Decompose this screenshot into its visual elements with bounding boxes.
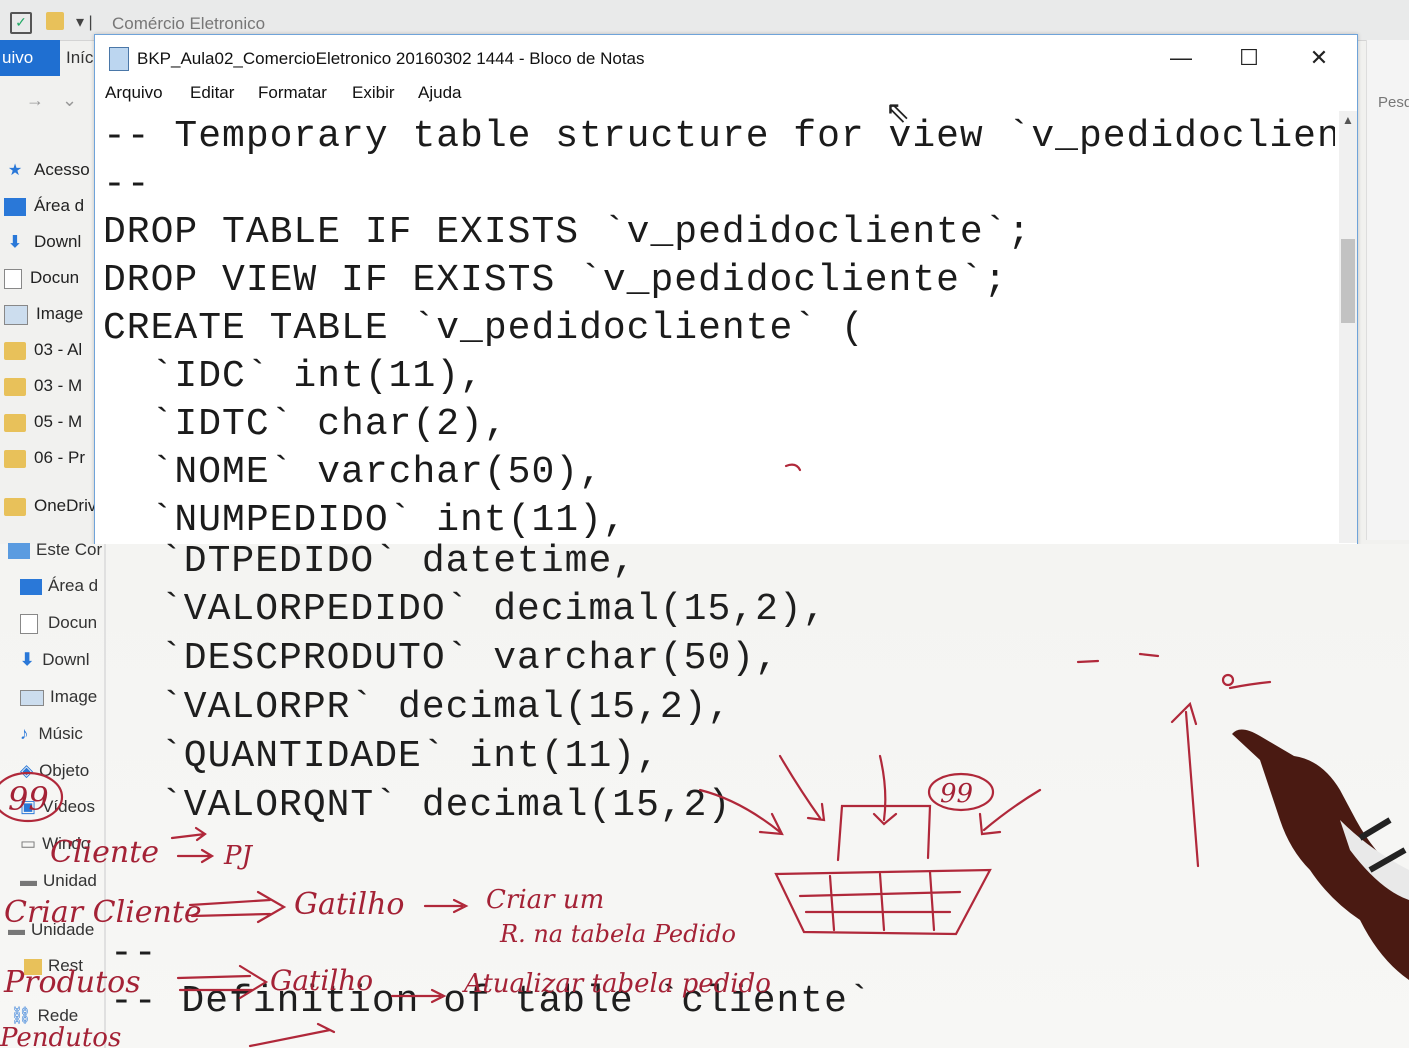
code-line: DROP VIEW IF EXISTS `v_pedidocliente`; xyxy=(103,259,1008,302)
code-line: CREATE TABLE `v_pedidocliente` ( xyxy=(103,307,865,350)
sidebar-item-windows[interactable]: ▭ Windo xyxy=(20,834,90,854)
code-line: `VALORPR` decimal(15,2), xyxy=(160,686,732,729)
code-line: `VALORPEDIDO` decimal(15,2), xyxy=(160,588,827,631)
nav-arrows[interactable]: →⌄ xyxy=(26,90,95,111)
folder-icon xyxy=(4,377,26,396)
folder-icon xyxy=(4,449,26,468)
customize-dropdown-icon[interactable]: ▾ | xyxy=(76,12,93,32)
folder-icon xyxy=(4,413,26,432)
sidebar-item-rest[interactable]: Rest xyxy=(24,956,83,976)
code-line: -- xyxy=(103,163,151,206)
download-icon: ⬇ xyxy=(8,233,22,251)
notepad-window: BKP_Aula02_ComercioEletronico 20160302 1… xyxy=(94,34,1358,546)
cloud-icon xyxy=(4,497,26,516)
code-line: -- Definition of table `cliente` xyxy=(110,980,872,1023)
folder-icon xyxy=(4,341,26,360)
code-line: `NUMPEDIDO` int(11), xyxy=(103,499,627,542)
image-icon xyxy=(20,689,44,706)
code-line: `QUANTIDADE` int(11), xyxy=(160,735,660,778)
star-icon: ★ xyxy=(7,161,23,179)
sidebar-item-objects[interactable]: ◈ Objeto xyxy=(20,761,89,781)
sidebar-item-network[interactable]: ⛓ Rede xyxy=(10,1006,78,1026)
text-editor[interactable]: -- Temporary table structure for view `v… xyxy=(103,109,1335,545)
code-line: DROP TABLE IF EXISTS `v_pedidocliente`; xyxy=(103,211,1032,254)
presenter-hand xyxy=(1232,729,1409,980)
maximize-button[interactable]: ☐ xyxy=(1229,43,1269,73)
tab-home[interactable]: Iníc xyxy=(66,48,93,68)
menu-exibir[interactable]: Exibir xyxy=(352,83,395,103)
menu-bar: Arquivo Editar Formatar Exibir Ajuda xyxy=(95,83,1357,109)
right-pane-edge xyxy=(1366,40,1409,540)
drive-icon: ▭ xyxy=(20,834,37,853)
sidebar-item-music[interactable]: ♪ Músic xyxy=(20,724,83,744)
folder-icon[interactable] xyxy=(46,12,64,30)
code-line: `IDC` int(11), xyxy=(103,355,484,398)
menu-ajuda[interactable]: Ajuda xyxy=(418,83,461,103)
vertical-scrollbar[interactable]: ▲ xyxy=(1339,111,1357,543)
desktop-icon xyxy=(4,197,26,216)
checkbox-icon[interactable]: ✓ xyxy=(10,12,32,34)
sidebar-item-videos[interactable]: ▣ Vídeos xyxy=(20,797,95,817)
desktop-icon xyxy=(20,578,42,595)
close-button[interactable]: ✕ xyxy=(1299,43,1339,73)
cube-icon: ◈ xyxy=(20,761,34,780)
document-icon xyxy=(4,268,22,289)
code-line: `VALORQNT` decimal(15,2) xyxy=(160,784,732,827)
menu-arquivo[interactable]: Arquivo xyxy=(105,83,163,103)
chevron-down-icon[interactable]: ⌄ xyxy=(62,90,95,110)
code-line: -- xyxy=(110,932,158,975)
search-box[interactable]: Pesq xyxy=(1378,94,1409,111)
menu-formatar[interactable]: Formatar xyxy=(258,83,327,103)
image-icon xyxy=(4,304,28,325)
sidebar-item-images-2[interactable]: Image xyxy=(20,687,97,707)
sidebar-item-drive-e[interactable]: ▬ Unidade xyxy=(8,920,94,940)
minimize-button[interactable]: — xyxy=(1161,43,1201,73)
code-line: `DTPEDIDO` datetime, xyxy=(160,540,637,583)
forward-arrow-icon[interactable]: → xyxy=(26,90,62,110)
drive-icon: ▬ xyxy=(20,871,37,890)
whiteboard-area: Este Cor Área d Docun ⬇ Downl Image ♪ Músi… xyxy=(0,540,1409,1048)
drive-icon: ▬ xyxy=(8,920,25,939)
code-line: `IDTC` char(2), xyxy=(103,403,508,446)
window-title: BKP_Aula02_ComercioEletronico 20160302 1… xyxy=(137,49,645,68)
code-line: -- Temporary table structure for view `v… xyxy=(103,115,1335,158)
menu-editar[interactable]: Editar xyxy=(190,83,234,103)
download-icon: ⬇ xyxy=(20,650,35,669)
title-bar[interactable]: BKP_Aula02_ComercioEletronico 20160302 1… xyxy=(95,35,1357,81)
notepad-icon xyxy=(109,47,129,71)
folder-icon xyxy=(24,958,42,975)
explorer-title: Comércio Eletronico xyxy=(112,14,266,33)
document-icon xyxy=(20,613,38,634)
video-icon: ▣ xyxy=(20,797,37,816)
music-icon: ♪ xyxy=(20,724,29,743)
sidebar-item-this-pc[interactable]: Este Cor xyxy=(8,540,102,560)
code-line: `NOME` varchar(50), xyxy=(103,451,603,494)
tab-file[interactable]: uivo xyxy=(0,40,60,76)
code-line: `DESCPRODUTO` varchar(50), xyxy=(160,637,779,680)
pane-divider xyxy=(104,544,106,1048)
network-icon: ⛓ xyxy=(10,1006,32,1025)
sidebar-item-documents-2[interactable]: Docun xyxy=(20,613,97,634)
scroll-up-icon[interactable]: ▲ xyxy=(1342,113,1354,127)
computer-icon xyxy=(8,542,30,559)
sidebar-item-desktop-2[interactable]: Área d xyxy=(20,576,98,596)
sidebar-item-drive-d[interactable]: ▬ Unidad xyxy=(20,871,97,891)
sidebar-item-downloads-2[interactable]: ⬇ Downl xyxy=(20,650,90,670)
scrollbar-thumb[interactable] xyxy=(1341,239,1355,323)
